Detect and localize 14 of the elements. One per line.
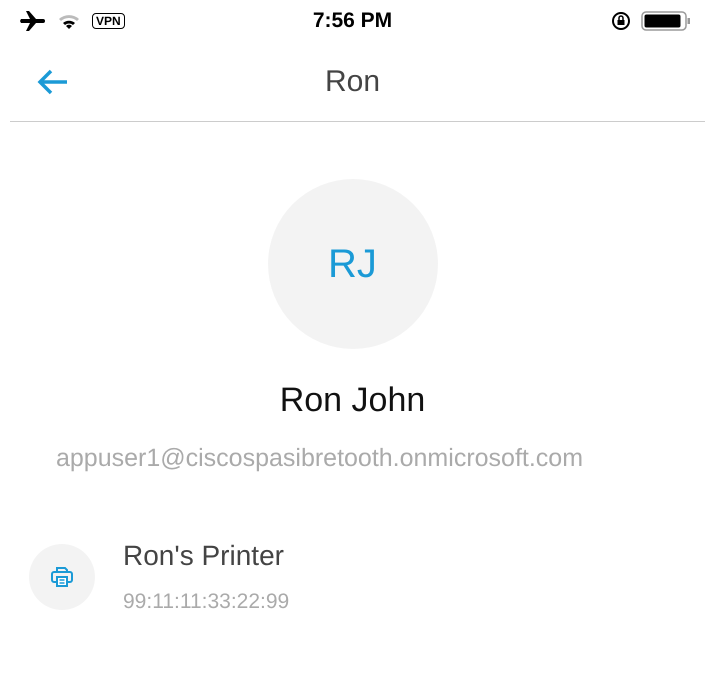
contact-name: Ron John <box>280 381 426 420</box>
page-title: Ron <box>324 64 380 98</box>
device-name: Ron's Printer <box>123 540 285 572</box>
status-time: 7:56 PM <box>312 9 392 32</box>
avatar: RJ <box>268 179 438 349</box>
contact-email: appuser1@ciscospasibretooth.onmicrosoft.com <box>56 443 584 474</box>
battery-icon <box>641 10 691 32</box>
device-address: 99:11:11:33:22:99 <box>123 590 290 614</box>
airplane-icon <box>20 10 46 32</box>
printer-icon <box>50 565 74 589</box>
back-button[interactable] <box>37 68 69 94</box>
rotation-lock-icon <box>611 11 631 31</box>
wifi-icon <box>58 12 80 30</box>
vpn-badge: VPN <box>92 13 125 29</box>
